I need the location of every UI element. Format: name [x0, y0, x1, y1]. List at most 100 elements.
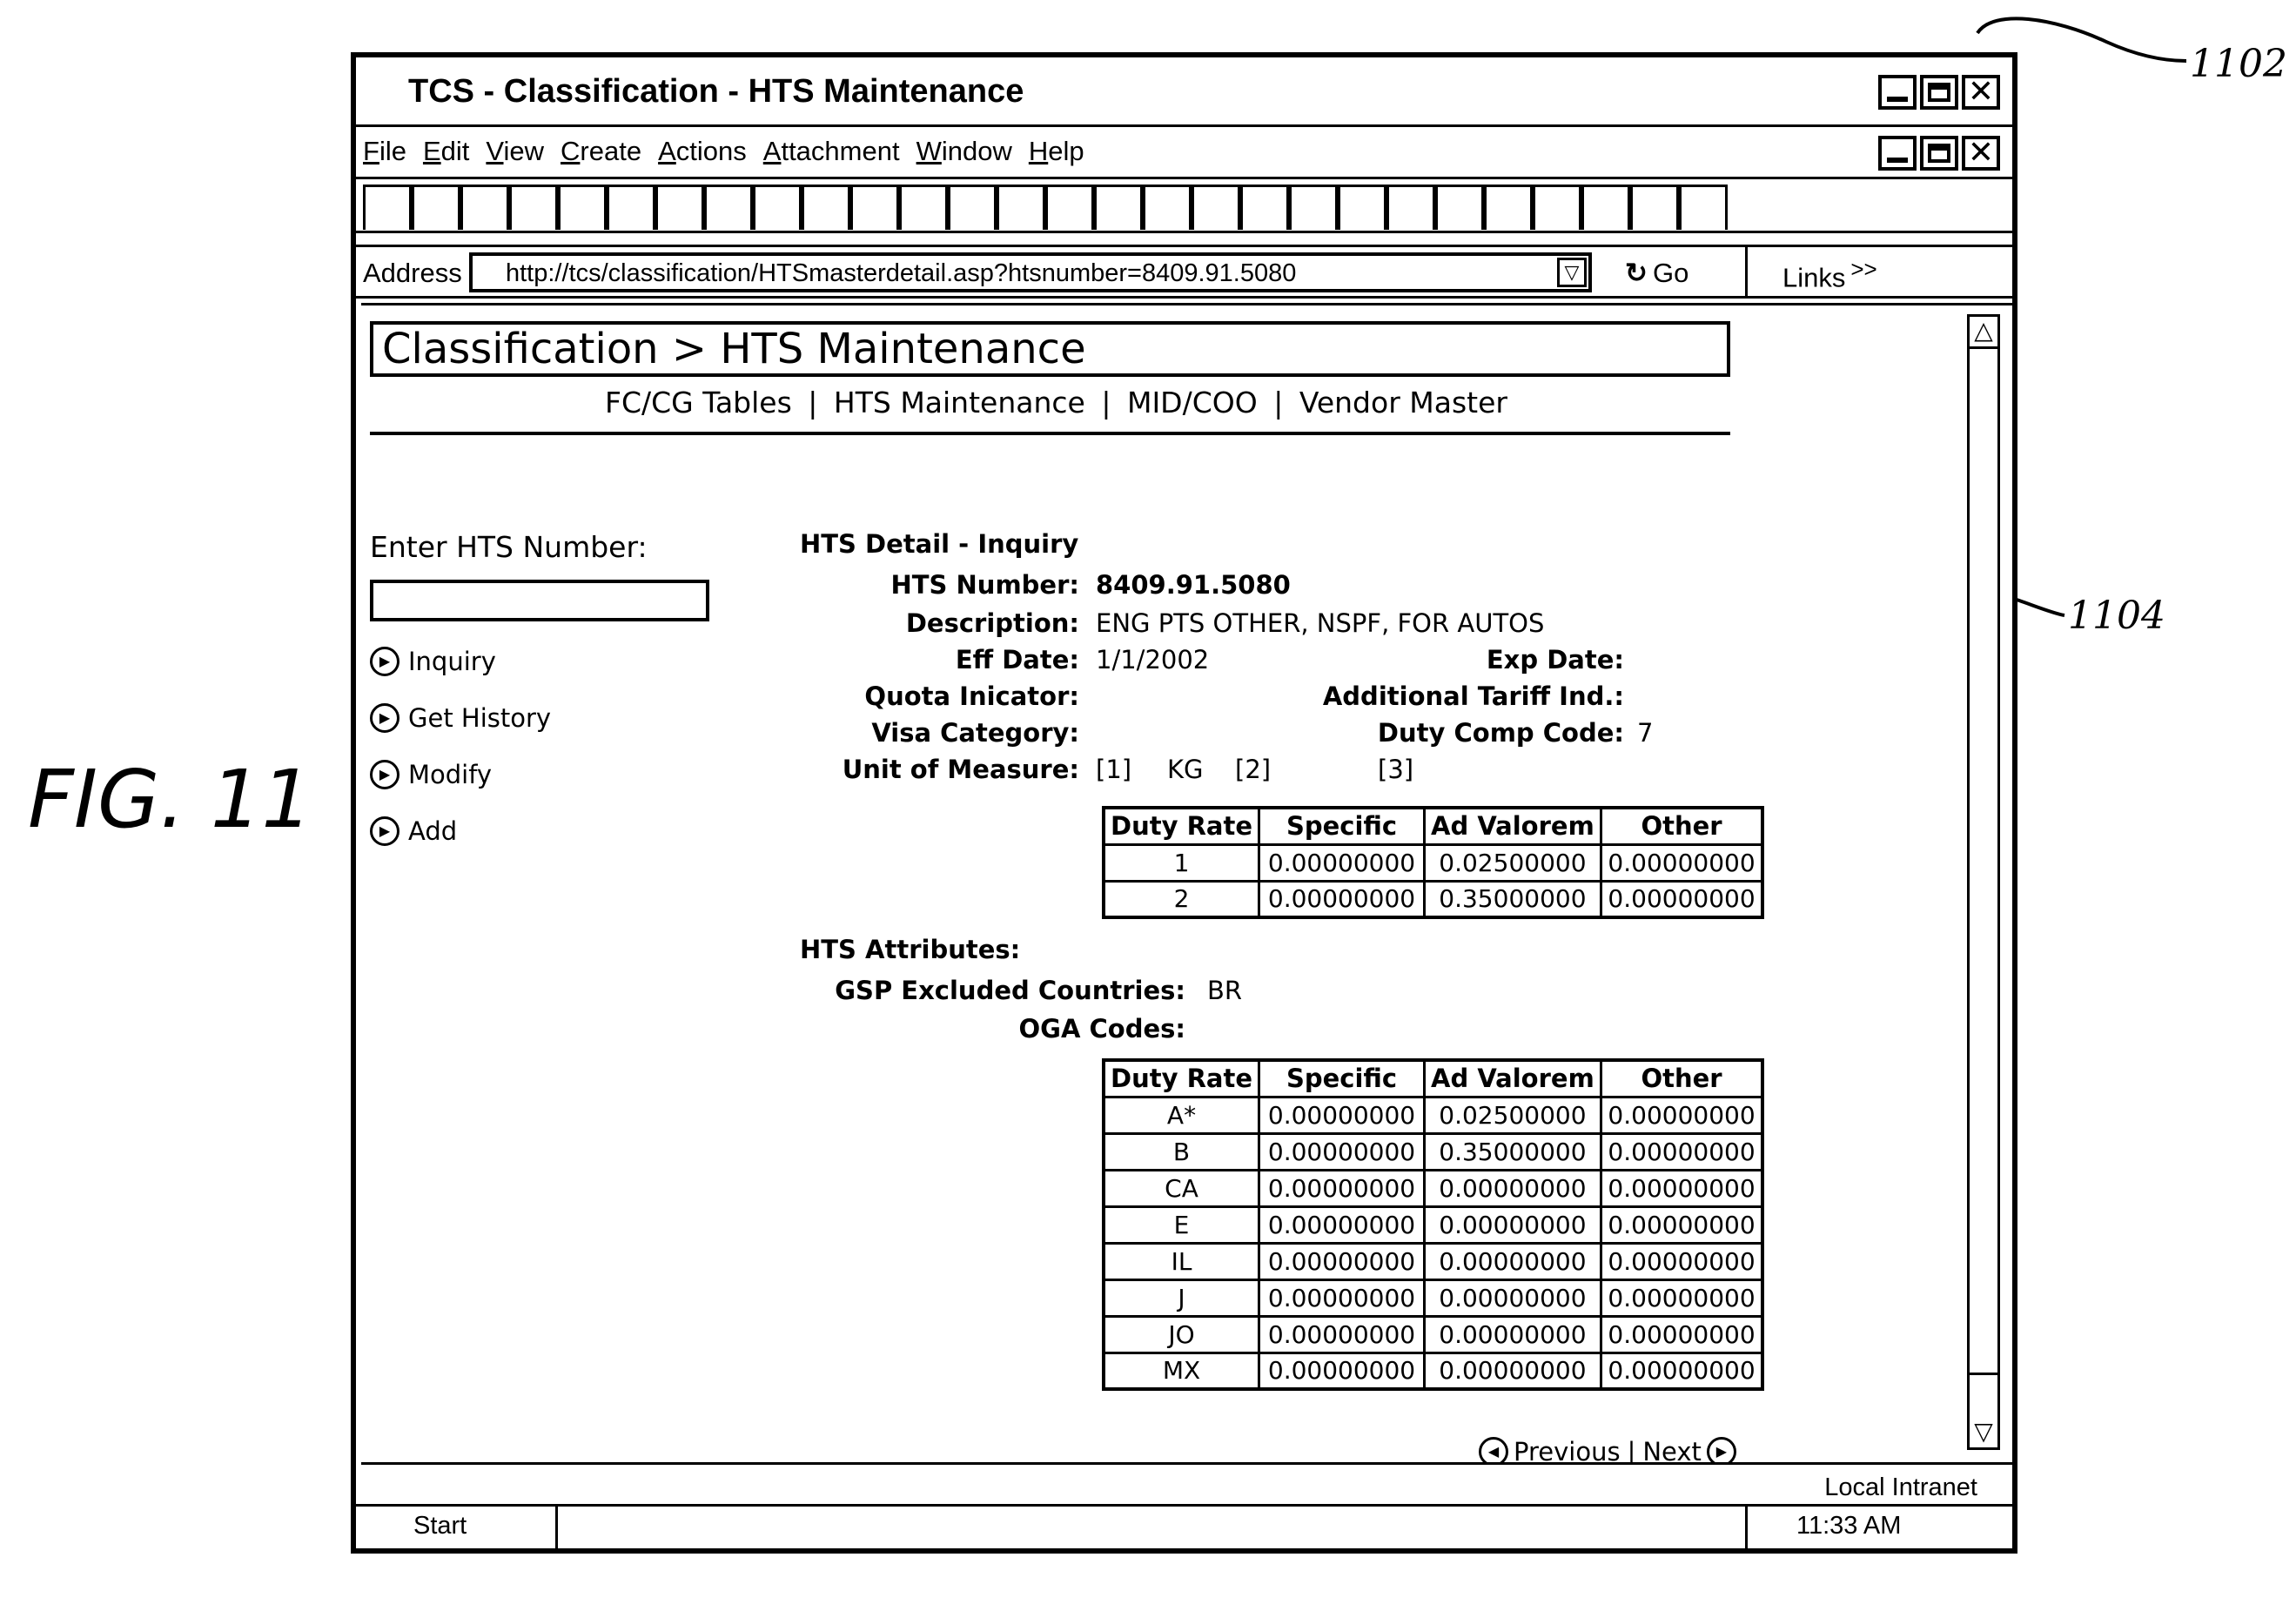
hts-number-input[interactable] [370, 580, 709, 621]
clock: 11:33 AM [1745, 1507, 2017, 1548]
table-row: 1 0.00000000 0.02500000 0.00000000 [1104, 844, 1762, 881]
nav-link-vendor-master[interactable]: Vendor Master [1299, 386, 1507, 420]
table-cell: B [1104, 1133, 1259, 1170]
table-cell: 0.00000000 [1425, 1243, 1601, 1279]
table-cell: 0.00000000 [1425, 1170, 1601, 1206]
previous-circle-icon[interactable]: ◀ [1479, 1437, 1508, 1465]
toolbar-button[interactable] [1192, 185, 1240, 230]
modify-action[interactable]: ▶Modify [370, 760, 492, 789]
toolbar-button[interactable] [850, 185, 899, 230]
nav-link-hts-maintenance[interactable]: HTS Maintenance [834, 386, 1085, 420]
hts-number-value: 8409.91.5080 [1096, 570, 1291, 600]
play-circle-icon: ▶ [370, 760, 399, 789]
menu-window[interactable]: Window [916, 136, 1012, 167]
doc-maximize-button[interactable] [1920, 136, 1958, 171]
toolbar-button[interactable] [753, 185, 802, 230]
toolbar-button[interactable] [1386, 185, 1435, 230]
nav-link-fc-cg-tables[interactable]: FC/CG Tables [605, 386, 792, 420]
table-row: IL 0.00000000 0.00000000 0.00000000 [1104, 1243, 1762, 1279]
table-cell: 0.00000000 [1601, 1243, 1762, 1279]
menu-actions[interactable]: Actions [658, 136, 747, 167]
toolbar-button[interactable] [997, 185, 1045, 230]
next-link[interactable]: Next [1642, 1437, 1702, 1465]
toolbar-button[interactable] [1435, 185, 1484, 230]
add-action[interactable]: ▶Add [370, 816, 457, 846]
oga-codes-label: OGA Codes: [1019, 1014, 1186, 1044]
column-header-duty-rate: Duty Rate [1104, 808, 1259, 844]
quota-indicator-label: Quota Inicator: [864, 681, 1079, 711]
vertical-scrollbar[interactable]: △ ▽ [1967, 314, 2000, 1450]
get-history-action[interactable]: ▶Get History [370, 703, 551, 733]
start-button[interactable]: Start [356, 1507, 558, 1548]
toolbar-button[interactable] [1094, 185, 1143, 230]
toolbar-button[interactable] [655, 185, 704, 230]
duty-comp-code-label: Duty Comp Code: [1378, 718, 1624, 748]
toolbar-button[interactable] [899, 185, 948, 230]
menu-create[interactable]: Create [561, 136, 641, 167]
table-cell: 0.00000000 [1259, 1097, 1425, 1133]
toolbar-button[interactable] [1533, 185, 1581, 230]
menu-help[interactable]: Help [1029, 136, 1084, 167]
additional-tariff-label: Additional Tariff Ind.: [1323, 681, 1624, 711]
table-cell: 0.00000000 [1601, 1097, 1762, 1133]
security-zone: Local Intranet [1824, 1473, 1977, 1502]
toolbar-button[interactable] [1289, 185, 1338, 230]
toolbar-button[interactable] [412, 185, 460, 230]
toolbar-button[interactable] [1143, 185, 1192, 230]
toolbar-button[interactable] [558, 185, 607, 230]
duty-rate-table: Duty Rate Specific Ad Valorem Other 1 0.… [1102, 806, 1764, 919]
toolbar-button[interactable] [802, 185, 850, 230]
table-cell: 0.00000000 [1601, 1133, 1762, 1170]
toolbar-button[interactable] [1581, 185, 1630, 230]
toolbar-button[interactable] [1338, 185, 1386, 230]
close-button[interactable]: ✕ [1962, 75, 2000, 110]
toolbar-button[interactable] [509, 185, 558, 230]
inquiry-action[interactable]: ▶Inquiry [370, 647, 496, 676]
scroll-down-icon[interactable]: ▽ [1970, 1418, 1997, 1447]
previous-link[interactable]: Previous [1514, 1437, 1621, 1465]
address-input[interactable]: http://tcs/classification/HTSmasterdetai… [469, 252, 1592, 292]
scroll-thumb[interactable] [1970, 346, 1997, 1375]
table-row: 2 0.00000000 0.35000000 0.00000000 [1104, 881, 1762, 917]
toolbar-button[interactable] [607, 185, 655, 230]
toolbar-button[interactable] [1045, 185, 1094, 230]
table-cell: J [1104, 1279, 1259, 1316]
links-label: Links [1782, 262, 1845, 292]
toolbar-button[interactable] [1240, 185, 1289, 230]
table-header-row: Duty Rate Specific Ad Valorem Other [1104, 1060, 1762, 1097]
eff-date-value: 1/1/2002 [1096, 645, 1209, 675]
toolbar-button[interactable] [1630, 185, 1679, 230]
toolbar-button[interactable] [363, 185, 412, 230]
table-cell: 2 [1104, 881, 1259, 917]
doc-close-button[interactable]: ✕ [1962, 136, 2000, 171]
menu-edit[interactable]: Edit [423, 136, 469, 167]
address-dropdown-icon[interactable]: ▽ [1557, 258, 1587, 287]
scroll-up-icon[interactable]: △ [1970, 317, 1997, 346]
table-cell: 0.00000000 [1259, 1353, 1425, 1389]
table-row: A* 0.00000000 0.02500000 0.00000000 [1104, 1097, 1762, 1133]
toolbar-button[interactable] [948, 185, 997, 230]
maximize-button[interactable] [1920, 75, 1958, 110]
toolbar-button[interactable] [460, 185, 509, 230]
go-arrow-icon: ↻ [1625, 258, 1648, 288]
next-circle-icon[interactable]: ▶ [1707, 1437, 1736, 1465]
column-header-specific: Specific [1259, 808, 1425, 844]
description-label: Description: [906, 608, 1079, 638]
nav-separator: | [808, 386, 817, 420]
nav-link-mid-coo[interactable]: MID/COO [1127, 386, 1258, 420]
links-button[interactable]: Links>> [1745, 247, 2017, 296]
menu-attachment[interactable]: Attachment [763, 136, 900, 167]
table-cell: 0.00000000 [1601, 1170, 1762, 1206]
menu-view[interactable]: View [486, 136, 544, 167]
toolbar-button[interactable] [1484, 185, 1533, 230]
doc-minimize-button[interactable] [1878, 136, 1917, 171]
address-url: http://tcs/classification/HTSmasterdetai… [506, 259, 1296, 287]
column-header-ad-valorem: Ad Valorem [1425, 1060, 1601, 1097]
table-cell: 0.00000000 [1259, 1206, 1425, 1243]
toolbar-button[interactable] [1679, 185, 1728, 230]
minimize-button[interactable] [1878, 75, 1917, 110]
table-row: B 0.00000000 0.35000000 0.00000000 [1104, 1133, 1762, 1170]
menu-file[interactable]: File [363, 136, 406, 167]
go-button[interactable]: ↻Go [1625, 258, 1688, 289]
toolbar-button[interactable] [704, 185, 753, 230]
